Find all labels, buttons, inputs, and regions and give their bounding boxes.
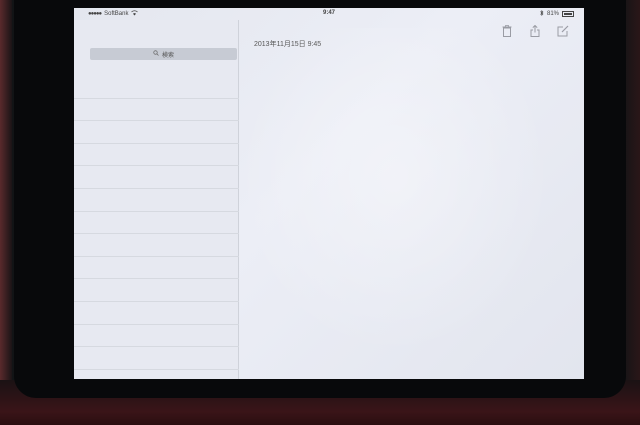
- list-item[interactable]: [74, 302, 239, 325]
- list-item[interactable]: [74, 144, 239, 167]
- list-item[interactable]: [74, 279, 239, 302]
- list-item[interactable]: [74, 325, 239, 348]
- screen-glare: [234, 28, 554, 358]
- list-item[interactable]: [74, 121, 239, 144]
- share-icon[interactable]: [528, 24, 542, 38]
- list-item[interactable]: [74, 166, 239, 189]
- status-bar: ●●●●● SoftBank 9:47 81%: [74, 8, 584, 20]
- status-time: 9:47: [322, 10, 335, 16]
- note-date: 2013年11月15日 9:45: [254, 41, 322, 48]
- list-item[interactable]: [74, 234, 239, 257]
- bluetooth-icon: [540, 10, 544, 18]
- list-item[interactable]: [74, 257, 239, 280]
- list-item[interactable]: [74, 347, 239, 370]
- screen: ●●●●● SoftBank 9:47 81% 検索 2013年11月15日 9…: [74, 8, 584, 379]
- list-item[interactable]: [74, 99, 239, 122]
- search-placeholder: 検索: [161, 52, 174, 59]
- notes-sidebar: 検索: [74, 20, 239, 379]
- list-item[interactable]: [74, 212, 239, 235]
- trash-icon[interactable]: [500, 24, 514, 38]
- search-field[interactable]: 検索: [90, 48, 237, 60]
- compose-icon[interactable]: [556, 24, 570, 38]
- list-item[interactable]: [74, 370, 239, 379]
- note-toolbar: [500, 24, 570, 38]
- search-icon: [153, 50, 159, 58]
- notes-list: [74, 76, 239, 379]
- battery-icon: [562, 11, 574, 17]
- status-right: 81%: [540, 10, 574, 18]
- device-case-left: [0, 0, 12, 425]
- list-item[interactable]: [74, 189, 239, 212]
- list-item[interactable]: [74, 76, 239, 99]
- battery-percent: 81%: [546, 11, 559, 17]
